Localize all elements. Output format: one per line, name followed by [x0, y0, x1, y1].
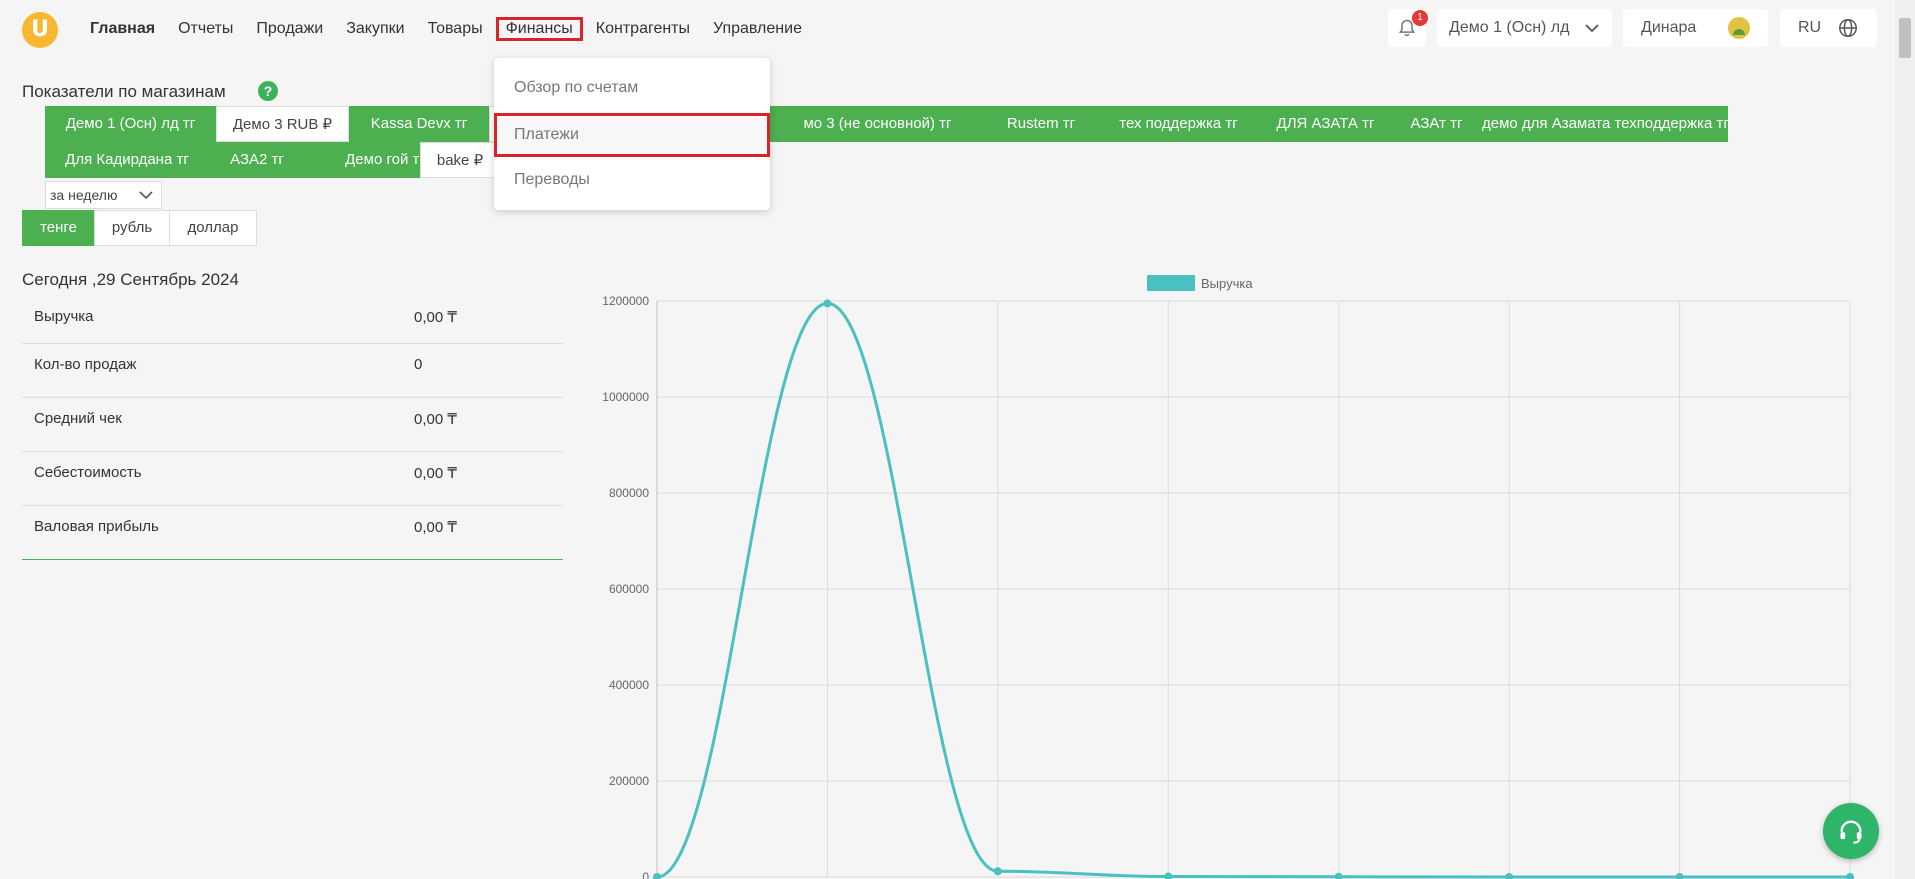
kpi-row: Выручка 0,00 ₸ — [22, 298, 563, 344]
data-point — [1846, 873, 1854, 879]
data-point — [1334, 872, 1343, 879]
store-tab[interactable]: bake ₽ — [420, 142, 500, 178]
legend-label: Выручка — [1201, 276, 1253, 291]
kpi-label: Валовая прибыль — [34, 518, 159, 535]
period-select[interactable]: за неделю — [45, 181, 162, 209]
series-line — [656, 301, 1850, 879]
currency-tenge-button[interactable]: тенге — [22, 210, 95, 246]
menu-accounts-overview[interactable]: Обзор по счетам — [494, 66, 770, 110]
store-tab[interactable]: Rustem тг — [985, 106, 1097, 142]
main-nav: Главная Отчеты Продажи Закупки Товары Фи… — [80, 17, 815, 41]
chevron-down-icon — [139, 191, 153, 200]
help-icon[interactable]: ? — [258, 81, 278, 101]
y-tick-label: 1200000 — [602, 294, 649, 308]
y-tick-label: 0 — [642, 870, 649, 879]
notification-count-badge: 1 — [1412, 10, 1428, 26]
store-tab[interactable]: Для Кадирдана тг — [45, 142, 209, 178]
language-value: RU — [1798, 19, 1822, 36]
nav-sales[interactable]: Продажи — [246, 17, 333, 41]
globe-icon — [1839, 19, 1857, 37]
language-selector[interactable]: RU — [1780, 9, 1877, 47]
nav-reports[interactable]: Отчеты — [168, 17, 243, 41]
chevron-down-icon — [1585, 24, 1599, 33]
nav-purchases[interactable]: Закупки — [336, 17, 414, 41]
kpi-row: Валовая прибыль 0,00 ₸ — [22, 506, 563, 560]
y-tick-label: 1000000 — [602, 390, 649, 404]
nav-finance[interactable]: Финансы — [495, 17, 583, 41]
kpi-label: Себестоимость — [34, 464, 142, 481]
avatar — [1728, 17, 1750, 39]
y-tick-label: 200000 — [609, 774, 649, 788]
kpi-value: 0,00 ₸ — [414, 309, 457, 326]
data-point — [1164, 872, 1173, 879]
notifications-button[interactable]: 1 — [1388, 9, 1428, 47]
scrollbar-thumb[interactable] — [1899, 18, 1911, 58]
user-menu[interactable]: Динара — [1623, 9, 1768, 47]
store-tab[interactable]: мо 3 (не основной) тг — [770, 106, 985, 142]
top-navbar: U Главная Отчеты Продажи Закупки Товары … — [0, 0, 1895, 58]
logo-letter: U — [31, 17, 49, 42]
store-tab[interactable]: ДЛЯ АЗАТА тг — [1260, 106, 1391, 142]
data-point — [1505, 873, 1514, 879]
store-tab[interactable]: тех поддержка тг — [1097, 106, 1260, 142]
period-value: за неделю — [50, 187, 118, 203]
kpi-value: 0,00 ₸ — [414, 465, 457, 482]
nav-products[interactable]: Товары — [418, 17, 493, 41]
headset-icon — [1840, 820, 1862, 844]
store-tab[interactable]: демо для Азамата техподдержка тг — [1482, 106, 1729, 142]
legend-swatch — [1147, 275, 1195, 291]
y-tick-label: 400000 — [609, 678, 649, 692]
nav-management[interactable]: Управление — [703, 17, 812, 41]
store-tab[interactable]: АЗАт тг — [1391, 106, 1482, 142]
finance-dropdown: Обзор по счетам Платежи Переводы — [494, 58, 770, 210]
today-date: Сегодня ,29 Сентябрь 2024 — [22, 270, 239, 289]
page-scrollbar[interactable] — [1895, 0, 1915, 879]
revenue-chart: 1200000 1000000 800000 600000 400000 200000 0 В… — [602, 275, 1854, 879]
nav-home[interactable]: Главная — [80, 17, 165, 41]
kpi-label: Кол-во продаж — [34, 356, 137, 373]
store-selector[interactable]: Демо 1 (Осн) лд — [1437, 9, 1612, 47]
currency-dollar-button[interactable]: доллар — [169, 210, 257, 246]
data-point — [1675, 873, 1684, 879]
kpi-row: Средний чек 0,00 ₸ — [22, 398, 563, 452]
kpi-value: 0,00 ₸ — [414, 411, 457, 428]
kpi-value: 0 — [414, 356, 423, 373]
kpi-label: Выручка — [34, 308, 94, 325]
kpi-row: Кол-во продаж 0 — [22, 344, 563, 398]
store-tab[interactable]: Kassa Devx тг — [349, 106, 489, 142]
store-tab[interactable]: АЗА2 тг — [209, 142, 305, 178]
data-point — [823, 299, 832, 308]
data-point — [993, 867, 1002, 876]
kpi-row: Себестоимость 0,00 ₸ — [22, 452, 563, 506]
section-title: Показатели по магазинам — [22, 82, 226, 101]
y-tick-label: 800000 — [609, 486, 649, 500]
support-button[interactable] — [1823, 803, 1879, 859]
user-name: Динара — [1641, 19, 1697, 36]
currency-ruble-button[interactable]: рубль — [94, 210, 170, 246]
menu-transfers[interactable]: Переводы — [494, 158, 770, 202]
logo[interactable]: U — [22, 12, 58, 48]
store-selector-value: Демо 1 (Осн) лд — [1449, 19, 1570, 36]
nav-counterparties[interactable]: Контрагенты — [586, 17, 700, 41]
kpi-value: 0,00 ₸ — [414, 519, 457, 536]
kpi-label: Средний чек — [34, 410, 122, 427]
y-tick-label: 600000 — [609, 582, 649, 596]
data-point — [653, 873, 661, 879]
store-tab[interactable]: Демо 3 RUB ₽ — [216, 106, 349, 142]
menu-payments[interactable]: Платежи — [494, 113, 770, 157]
kpi-table: Выручка 0,00 ₸ Кол-во продаж 0 Средний чек… — [22, 298, 563, 560]
store-tab[interactable]: Демо 1 (Осн) лд тг — [45, 106, 216, 142]
